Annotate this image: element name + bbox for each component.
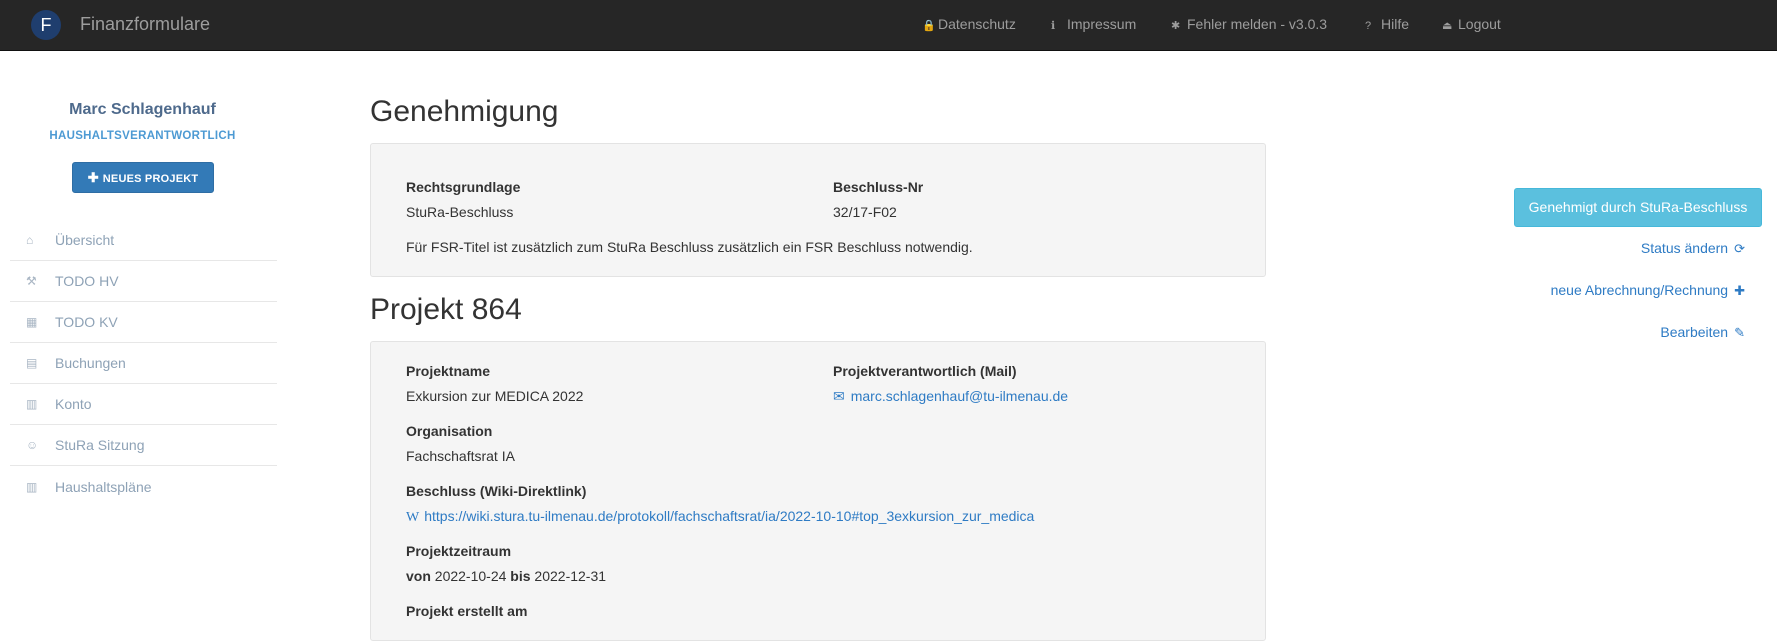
approval-panel: Rechtsgrundlage StuRa-Beschluss Beschlus… (370, 143, 1266, 277)
nav-logout-label: Logout (1458, 16, 1501, 32)
app-brand[interactable]: Finanzformulare (80, 14, 210, 35)
gavel-icon: ⚒ (26, 274, 37, 288)
nav-fehler-melden-label: Fehler melden - v3.0.3 (1187, 16, 1328, 32)
refresh-icon: ⟳ (1734, 241, 1745, 256)
users-icon: ☺ (26, 438, 39, 452)
new-project-button[interactable]: ✚ NEUES PROJEKT (72, 162, 214, 193)
period-from: 2022-10-24 (434, 568, 507, 584)
calculator-icon: ▦ (26, 315, 38, 329)
sidebar-item-label: Konto (55, 396, 92, 412)
nav-datenschutz-label: Datenschutz (938, 16, 1016, 32)
sidebar-item-todo-kv[interactable]: ▦ TODO KV (10, 302, 277, 343)
resolution-nr-value: 32/17-F02 (833, 204, 897, 220)
plus-icon: ✚ (87, 170, 99, 185)
resolution-link-label: Beschluss (Wiki-Direktlink) (406, 483, 587, 499)
sidebar-item-label: Übersicht (55, 232, 115, 248)
sidebar-item-todo-hv[interactable]: ⚒ TODO HV (10, 261, 277, 302)
info-icon: ℹ (1051, 20, 1056, 32)
new-project-label: NEUES PROJEKT (102, 173, 199, 185)
new-invoice-link[interactable]: neue Abrechnung/Rechnung ✚ (1551, 282, 1745, 299)
organisation-value: Fachschaftsrat IA (406, 448, 515, 464)
legal-basis-label: Rechtsgrundlage (406, 179, 521, 195)
sidebar-item-label: Buchungen (55, 355, 126, 371)
edit-label: Bearbeiten (1660, 324, 1729, 340)
period-from-word: von (406, 568, 431, 584)
period-to-word: bis (510, 568, 531, 584)
user-role: HAUSHALTSVERANTWORTLICH (49, 130, 236, 142)
lock-icon: 🔒 (922, 20, 936, 32)
created-label: Projekt erstellt am (406, 603, 528, 619)
approval-title: Genehmigung (370, 95, 559, 128)
project-title: Projekt 864 (370, 293, 522, 326)
nav-datenschutz[interactable]: 🔒 Datenschutz (922, 16, 1016, 32)
sidebar-item-label: StuRa Sitzung (55, 437, 145, 453)
home-icon: ⌂ (26, 233, 34, 247)
resolution-link-anchor[interactable]: https://wiki.stura.tu-ilmenau.de/protoko… (424, 508, 1034, 524)
approval-note: Für FSR-Titel ist zusätzlich zum StuRa B… (406, 239, 973, 255)
resolution-nr-label: Beschluss-Nr (833, 179, 924, 195)
project-name-label: Projektname (406, 363, 491, 379)
envelope-icon: ✉ (833, 388, 845, 404)
project-name-value: Exkursion zur MEDICA 2022 (406, 388, 584, 404)
user-name: Marc Schlagenhauf (69, 101, 216, 118)
sidebar-item-label: TODO HV (55, 273, 119, 289)
bar-chart-icon: ▥ (26, 479, 38, 494)
legal-basis-value: StuRa-Beschluss (406, 204, 514, 220)
sidebar-item-label: TODO KV (55, 314, 118, 330)
responsible-mail: ✉ marc.schlagenhauf@tu-ilmenau.de (833, 388, 1068, 405)
nav-impressum[interactable]: ℹ Impressum (1051, 16, 1136, 32)
change-status-link[interactable]: Status ändern ⟳ (1641, 240, 1745, 257)
period-value: von 2022-10-24 bis 2022-12-31 (406, 568, 606, 584)
sidebar-item-konto[interactable]: ▥ Konto (10, 384, 277, 425)
period-to: 2022-12-31 (534, 568, 607, 584)
status-approved-button[interactable]: Genehmigt durch StuRa-Beschluss (1514, 188, 1762, 227)
sidebar-item-haushaltsplaene[interactable]: ▥ Haushaltspläne (10, 466, 277, 507)
app-logo[interactable]: F (31, 10, 61, 40)
top-navbar: F Finanzformulare 🔒 Datenschutz ℹ Impressu… (0, 0, 1777, 51)
responsible-mail-link[interactable]: marc.schlagenhauf@tu-ilmenau.de (851, 388, 1068, 404)
question-icon: ? (1365, 20, 1372, 32)
nav-fehler-melden[interactable]: ✱ Fehler melden - v3.0.3 (1171, 16, 1327, 32)
sidebar-item-label: Haushaltspläne (55, 478, 152, 495)
nav-hilfe-label: Hilfe (1381, 16, 1410, 32)
new-invoice-label: neue Abrechnung/Rechnung (1550, 282, 1729, 298)
plus-icon: ✚ (1734, 283, 1745, 298)
period-label: Projektzeitraum (406, 543, 512, 559)
nav-logout[interactable]: ⏏ Logout (1442, 16, 1501, 32)
sidebar-item-stura-sitzung[interactable]: ☺ StuRa Sitzung (10, 425, 277, 466)
nav-impressum-label: Impressum (1067, 16, 1137, 32)
organisation-label: Organisation (406, 423, 493, 439)
bar-chart-icon: ▥ (26, 397, 38, 411)
wikipedia-icon: W (406, 510, 420, 525)
logout-icon: ⏏ (1442, 20, 1453, 32)
project-panel: Projektname Exkursion zur MEDICA 2022 Pr… (370, 341, 1266, 641)
pencil-icon: ✎ (1734, 325, 1745, 340)
edit-link[interactable]: Bearbeiten ✎ (1660, 324, 1745, 341)
change-status-label: Status ändern (1640, 240, 1729, 256)
resolution-link: Whttps://wiki.stura.tu-ilmenau.de/protok… (406, 508, 1034, 526)
sidebar-item-uebersicht[interactable]: ⌂ Übersicht (10, 220, 277, 261)
sidebar-menu: ⌂ Übersicht ⚒ TODO HV ▦ TODO KV ▤ Buchun… (10, 220, 277, 507)
book-icon: ▤ (26, 356, 38, 370)
responsible-label: Projektverantwortlich (Mail) (833, 363, 1017, 379)
sidebar-item-buchungen[interactable]: ▤ Buchungen (10, 343, 277, 384)
bug-icon: ✱ (1171, 20, 1181, 32)
nav-hilfe[interactable]: ? Hilfe (1365, 16, 1409, 32)
